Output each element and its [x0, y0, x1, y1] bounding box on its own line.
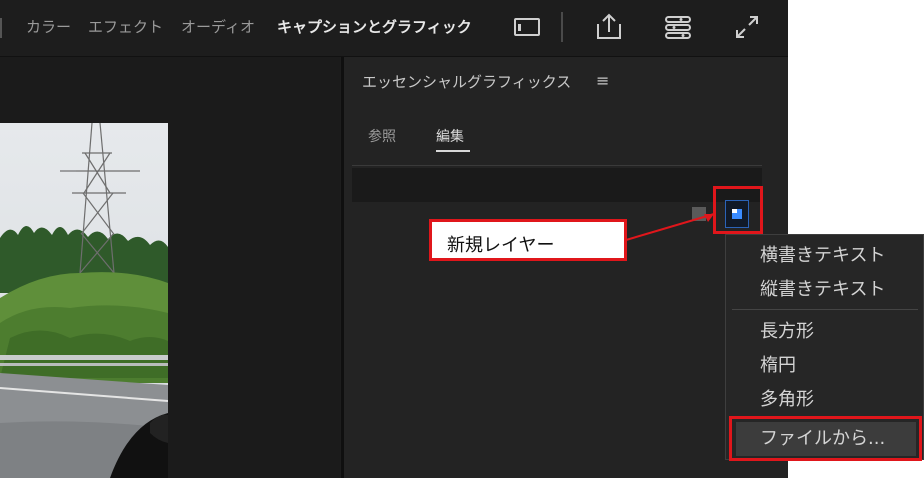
essential-graphics-panel: エッセンシャルグラフィックス ≡ 参照 編集: [344, 57, 788, 478]
annotation-callout: 新規レイヤー: [429, 219, 627, 261]
annotation-arrow: [625, 213, 715, 241]
workspace-bar: カラー エフェクト オーディオ キャプションとグラフィック: [0, 0, 788, 57]
menu-item-horizontal-text[interactable]: 横書きテキスト: [760, 241, 885, 267]
workspace-menu-icon[interactable]: [661, 11, 695, 43]
tab-color[interactable]: カラー: [26, 16, 71, 37]
workspace-bar-edge: [0, 18, 2, 38]
tab-browse[interactable]: 参照: [368, 126, 396, 146]
panel-menu-icon[interactable]: ≡: [596, 71, 609, 90]
from-file-highlight-box: [729, 416, 922, 461]
tab-audio[interactable]: オーディオ: [181, 16, 255, 37]
active-tab-indicator: [436, 150, 470, 152]
video-preview[interactable]: [0, 123, 168, 478]
panel-title: エッセンシャルグラフィックス: [362, 73, 572, 91]
program-monitor: [0, 57, 340, 478]
export-share-icon[interactable]: [592, 11, 626, 43]
menu-item-ellipse[interactable]: 楕円: [760, 351, 796, 377]
tab-edit[interactable]: 編集: [436, 126, 464, 146]
toolbar-divider: [561, 12, 563, 42]
tab-captions-graphics[interactable]: キャプションとグラフィック: [277, 16, 472, 37]
menu-item-rectangle[interactable]: 長方形: [760, 317, 814, 343]
panel-layout-icon[interactable]: [510, 11, 544, 43]
fullscreen-icon[interactable]: [730, 11, 764, 43]
menu-separator: [732, 309, 918, 310]
layer-list[interactable]: [352, 168, 762, 202]
panel-divider-line: [352, 165, 762, 166]
tab-effects[interactable]: エフェクト: [88, 16, 163, 37]
menu-item-polygon[interactable]: 多角形: [760, 385, 814, 411]
menu-item-vertical-text[interactable]: 縦書きテキスト: [760, 275, 885, 301]
